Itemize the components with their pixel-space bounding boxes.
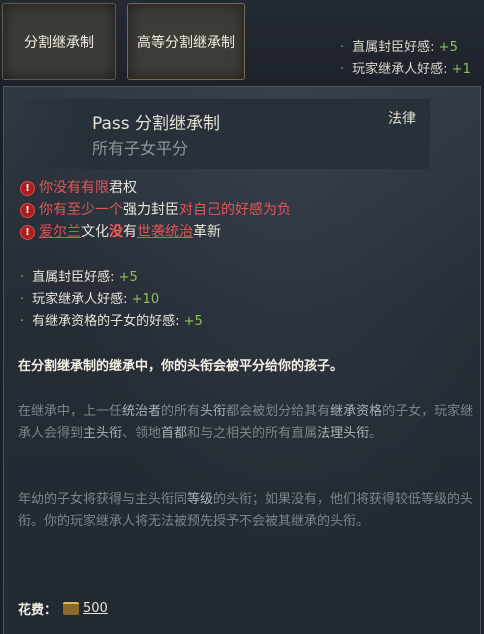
requirement-text: 有 xyxy=(123,224,137,240)
warning-icon: ! xyxy=(20,180,35,196)
tab-high-partition[interactable]: 高等分割继承制 xyxy=(127,3,245,80)
side-effect-label: 直属封臣好感 xyxy=(352,40,431,55)
requirement-text: 文化 xyxy=(81,224,109,240)
concept-link[interactable]: 继承资格 xyxy=(330,404,382,419)
concept-link[interactable]: 等级 xyxy=(187,492,213,507)
side-effect-value: +5 xyxy=(438,40,458,55)
effect-label: 玩家继承人好感: xyxy=(32,292,132,307)
law-category: 法律 xyxy=(388,111,416,127)
requirements-list: ! 你没有有限 君权 ! 你有至少一个 强力封臣 对自己的好感为负 ! 爱尔兰 文化没有… xyxy=(20,177,291,243)
side-effects-list: · 直属封臣好感: +5 · 玩家继承人好感: +1 xyxy=(340,37,484,81)
concept-link[interactable]: 统治者 xyxy=(122,404,161,419)
concept-link[interactable]: 主头衔 xyxy=(83,426,122,441)
requirement-item: ! 你有至少一个 强力封臣 对自己的好感为负 xyxy=(20,199,291,221)
cost-row: 花费： 500 xyxy=(18,599,108,618)
effect-item: · 有继承资格的子女的好感: +5 xyxy=(20,314,203,329)
side-effect-label: 玩家继承人好感 xyxy=(352,62,444,77)
desc-text: 年幼的子女将获得与主头衔同 xyxy=(18,492,188,507)
desc-text: 在继承中，上一任 xyxy=(18,404,123,419)
requirement-text: 革新 xyxy=(193,224,221,240)
effect-value: +5 xyxy=(118,270,138,285)
effect-value: +10 xyxy=(131,292,160,307)
side-effect-value: +1 xyxy=(451,62,471,77)
concept-link[interactable]: 首都 xyxy=(161,426,187,441)
requirement-text: 没 xyxy=(109,224,123,240)
effect-item: · 玩家继承人好感: +10 xyxy=(20,292,160,307)
requirement-text: 你有至少一个 xyxy=(39,202,123,218)
warning-icon: ! xyxy=(20,202,35,218)
requirement-item: ! 爱尔兰 文化没有世袭统治 革新 xyxy=(20,221,291,243)
effects-list: · 直属封臣好感: +5 · 玩家继承人好感: +10 · 有继承资格的子女的好感: … xyxy=(20,267,203,333)
law-tooltip-panel: Pass 分割继承制 所有子女平分 法律 ! 你没有有限 君权 ! 你有至少一个强… xyxy=(3,86,481,634)
law-description-2: 年幼的子女将获得与主头衔同等级的头衔；如果没有，他们将获得较低等级的头衔。你的玩… xyxy=(18,489,474,533)
effect-label: 直属封臣好感: xyxy=(32,270,119,285)
concept-link[interactable]: 头衔 xyxy=(200,404,226,419)
top-bar: 分割继承制 高等分割继承制 · 直属封臣好感: +5 · 玩家继承人好感: +1 xyxy=(0,0,484,86)
law-summary: 在分割继承制的继承中，你的头衔会被平分给你的孩子。 xyxy=(18,359,344,374)
tab-partition[interactable]: 分割继承制 xyxy=(2,3,116,80)
requirement-text: 你没有有限 xyxy=(39,180,109,196)
desc-text: 和与之相关的所有直属 xyxy=(187,426,318,441)
law-title: Pass 分割继承制 xyxy=(92,114,221,134)
desc-text: 都会被划分给其有 xyxy=(226,404,331,419)
requirement-link[interactable]: 君权 xyxy=(109,177,137,199)
effect-label: 有继承资格的子女的好感: xyxy=(32,314,184,329)
effect-item: · 直属封臣好感: +5 xyxy=(20,270,138,285)
desc-text: 、领地 xyxy=(122,426,162,441)
culture-link[interactable]: 爱尔兰 xyxy=(39,221,81,243)
concept-link[interactable]: 法理头衔 xyxy=(317,426,369,441)
requirement-item: ! 你没有有限 君权 xyxy=(20,177,291,199)
cost-value[interactable]: 500 xyxy=(83,601,108,616)
requirement-text: 对自己的好感为负 xyxy=(179,202,291,218)
cost-label: 花费： xyxy=(18,603,58,618)
side-effect-item: · 玩家继承人好感: +1 xyxy=(340,62,471,77)
law-subtitle: 所有子女平分 xyxy=(92,139,189,158)
requirement-link[interactable]: 强力封臣 xyxy=(123,199,179,221)
effect-value: +5 xyxy=(183,314,203,329)
prestige-icon xyxy=(63,602,80,615)
side-effect-item: · 直属封臣好感: +5 xyxy=(340,40,458,55)
law-description: 在继承中，上一任统治者的所有头衔都会被划分给其有继承资格的子女，玩家继承人会得到… xyxy=(18,401,474,445)
law-header xyxy=(12,99,430,169)
desc-text: 的所有 xyxy=(161,404,201,419)
desc-text: 。 xyxy=(369,426,383,441)
innovation-link[interactable]: 世袭统治 xyxy=(137,221,193,243)
warning-icon: ! xyxy=(20,224,35,240)
